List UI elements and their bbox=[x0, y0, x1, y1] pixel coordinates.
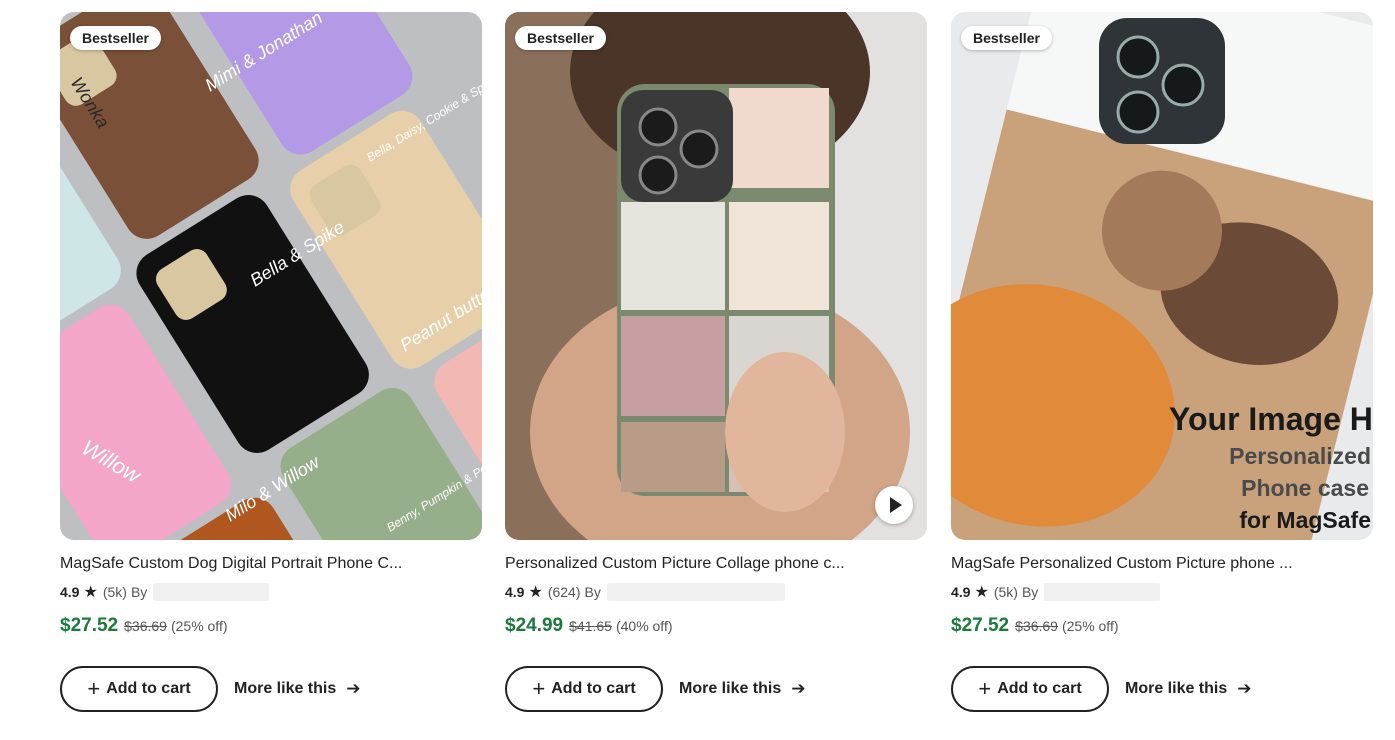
arrow-right-icon: ➔ bbox=[1237, 679, 1252, 698]
star-icon: ★ bbox=[528, 584, 543, 601]
rating-score: 4.9 bbox=[951, 584, 971, 600]
sale-price: $27.52 bbox=[951, 615, 1010, 636]
svg-text:Phone case: Phone case bbox=[1241, 475, 1369, 501]
plus-icon: + bbox=[87, 676, 101, 701]
product-price: $27.52 $36.69 (25% off) bbox=[60, 615, 482, 637]
arrow-right-icon: ➔ bbox=[346, 679, 361, 698]
shop-name-redacted[interactable] bbox=[1044, 583, 1161, 601]
product-price: $24.99 $41.65 (40% off) bbox=[505, 615, 927, 637]
product-price: $27.52 $36.69 (25% off) bbox=[951, 615, 1373, 637]
more-like-this-link[interactable]: More like this ➔ bbox=[679, 679, 806, 699]
family-photo-case-photo: Your Image H Personalized Phone case for… bbox=[951, 12, 1373, 540]
sale-price: $24.99 bbox=[505, 615, 564, 636]
more-like-this-link[interactable]: More like this ➔ bbox=[234, 679, 361, 699]
product-rating: 4.9 ★ (5k) By bbox=[951, 583, 1373, 601]
bestseller-badge: Bestseller bbox=[515, 26, 606, 50]
product-rating: 4.9 ★ (624) By bbox=[505, 583, 927, 601]
original-price: $36.69 bbox=[1015, 618, 1058, 634]
original-price: $36.69 bbox=[124, 618, 167, 634]
more-like-this-label: More like this bbox=[1125, 680, 1228, 697]
shop-name-redacted[interactable] bbox=[606, 583, 785, 601]
product-title[interactable]: MagSafe Custom Dog Digital Portrait Phon… bbox=[60, 554, 478, 574]
product-image[interactable]: Bestseller bbox=[505, 12, 927, 540]
bestseller-badge: Bestseller bbox=[961, 26, 1052, 50]
more-like-this-label: More like this bbox=[234, 680, 337, 697]
product-title[interactable]: Personalized Custom Picture Collage phon… bbox=[505, 554, 923, 574]
add-to-cart-label: Add to cart bbox=[106, 680, 191, 697]
original-price: $41.65 bbox=[569, 618, 612, 634]
product-image[interactable]: Your Image H Personalized Phone case for… bbox=[951, 12, 1373, 540]
rating-score: 4.9 bbox=[60, 584, 80, 600]
product-card[interactable]: Bestseller Personalized Custom Picture C… bbox=[505, 12, 927, 637]
more-like-this-link[interactable]: More like this ➔ bbox=[1125, 679, 1252, 699]
more-like-this-label: More like this bbox=[679, 680, 782, 697]
product-image[interactable]: Wonka Mimi & Jonathan Bella, Daisy, Cook… bbox=[60, 12, 482, 540]
add-to-cart-button[interactable]: + Add to cart bbox=[951, 666, 1109, 712]
add-to-cart-label: Add to cart bbox=[997, 680, 1082, 697]
shop-name-redacted[interactable] bbox=[153, 583, 270, 601]
product-card[interactable]: Your Image H Personalized Phone case for… bbox=[951, 12, 1373, 637]
svg-text:Your Image H: Your Image H bbox=[1169, 401, 1373, 437]
by-label: By bbox=[130, 584, 148, 600]
discount-label: (40% off) bbox=[615, 618, 673, 634]
discount-label: (25% off) bbox=[1061, 618, 1119, 634]
product-rating: 4.9 ★ (5k) By bbox=[60, 583, 482, 601]
plus-icon: + bbox=[978, 676, 992, 701]
play-video-icon[interactable] bbox=[875, 486, 913, 524]
sale-price: $27.52 bbox=[60, 615, 119, 636]
plus-icon: + bbox=[532, 676, 546, 701]
add-to-cart-label: Add to cart bbox=[551, 680, 636, 697]
product-grid: Wonka Mimi & Jonathan Bella, Daisy, Cook… bbox=[0, 0, 1395, 740]
star-icon: ★ bbox=[974, 584, 989, 601]
star-icon: ★ bbox=[83, 584, 98, 601]
bestseller-badge: Bestseller bbox=[70, 26, 161, 50]
product-title[interactable]: MagSafe Personalized Custom Picture phon… bbox=[951, 554, 1369, 574]
photo-collage-case-photo bbox=[505, 12, 927, 540]
by-label: By bbox=[584, 584, 601, 600]
by-label: By bbox=[1021, 584, 1039, 600]
review-count: (5k) bbox=[102, 584, 127, 600]
svg-text:for MagSafe: for MagSafe bbox=[1239, 507, 1371, 533]
add-to-cart-button[interactable]: + Add to cart bbox=[505, 666, 663, 712]
review-count: (624) bbox=[547, 584, 581, 600]
discount-label: (25% off) bbox=[170, 618, 228, 634]
svg-text:Personalized: Personalized bbox=[1229, 443, 1371, 469]
arrow-right-icon: ➔ bbox=[791, 679, 806, 698]
add-to-cart-button[interactable]: + Add to cart bbox=[60, 666, 218, 712]
phone-cases-photo: Wonka Mimi & Jonathan Bella, Daisy, Cook… bbox=[60, 12, 482, 540]
review-count: (5k) bbox=[993, 584, 1018, 600]
card-actions: + Add to cart More like this ➔ bbox=[60, 666, 361, 712]
rating-score: 4.9 bbox=[505, 584, 525, 600]
card-actions: + Add to cart More like this ➔ bbox=[505, 666, 806, 712]
card-actions: + Add to cart More like this ➔ bbox=[951, 666, 1252, 712]
product-card[interactable]: Wonka Mimi & Jonathan Bella, Daisy, Cook… bbox=[60, 12, 482, 637]
